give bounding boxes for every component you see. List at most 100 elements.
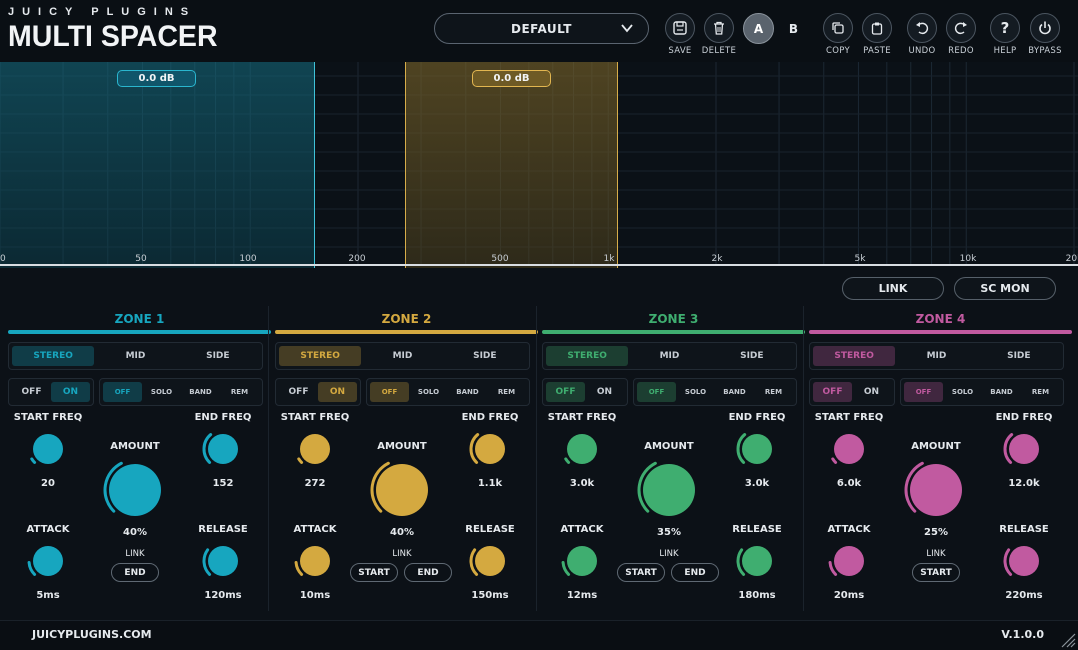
redo-button[interactable]: REDO	[945, 13, 977, 56]
zone-2-amount-knob[interactable]	[370, 458, 434, 522]
zone-3-attack-knob[interactable]	[561, 540, 603, 582]
zone-1-power-toggle: OFF ON	[8, 378, 94, 406]
zone-2-power-off[interactable]: OFF	[279, 382, 318, 402]
zone-3-link-start-button[interactable]: START	[617, 563, 665, 582]
help-button[interactable]: ? HELP	[989, 13, 1021, 56]
zone-1-band[interactable]	[0, 62, 315, 268]
website-link[interactable]: JUICYPLUGINS.COM	[32, 628, 152, 641]
zone-2-attack-knob[interactable]	[294, 540, 336, 582]
zone-1-listen-off[interactable]: OFF	[103, 382, 142, 402]
zone-2-start-freq-knob[interactable]	[294, 428, 336, 470]
zone-3-link-end-button[interactable]: END	[671, 563, 719, 582]
zone-4-start-freq-dial	[831, 434, 864, 464]
zone-2-panel: ZONE 2 STEREO MID SIDE OFF ON OFF SOLO BAND REM ST…	[275, 306, 538, 611]
zone-4-end-freq-label: END FREQ	[995, 412, 1053, 423]
zone-3-mode-mid[interactable]: MID	[628, 346, 710, 366]
zone-3-mode-side[interactable]: SIDE	[711, 346, 793, 366]
zone-1-end-freq-knob[interactable]	[202, 428, 244, 470]
save-button[interactable]: SAVE	[664, 13, 696, 56]
zone-2-listen-off[interactable]: OFF	[370, 382, 409, 402]
zone-4-mode-mid[interactable]: MID	[895, 346, 977, 366]
zone-2-listen-rem[interactable]: REM	[487, 382, 526, 402]
zone-3-end-freq-knob[interactable]	[736, 428, 778, 470]
zone-1-mode-stereo[interactable]: STEREO	[12, 346, 95, 366]
zone-1-power-off[interactable]: OFF	[12, 382, 51, 402]
zone-1-end-freq-label: END FREQ	[194, 412, 252, 423]
zone-3-panel: ZONE 3 STEREO MID SIDE OFF ON OFF SOLO BAND REM ST…	[542, 306, 805, 611]
zone-1-listen-rem[interactable]: REM	[220, 382, 259, 402]
zone-4-end-freq-knob[interactable]	[1003, 428, 1045, 470]
zone-2-mode-stereo[interactable]: STEREO	[279, 346, 362, 366]
zone-1-release-value: 120ms	[204, 590, 242, 601]
zone-2-power-on[interactable]: ON	[318, 382, 357, 402]
bypass-button[interactable]: BYPASS	[1028, 13, 1061, 56]
sc-mon-button[interactable]: SC MON	[954, 277, 1056, 300]
chevron-down-icon	[621, 24, 633, 33]
undo-button[interactable]: UNDO	[906, 13, 938, 56]
zone-1-start-freq-knob[interactable]	[27, 428, 69, 470]
zone-2-end-freq-knob[interactable]	[469, 428, 511, 470]
zone-3-listen-off[interactable]: OFF	[637, 382, 676, 402]
zone-4-attack-knob[interactable]	[828, 540, 870, 582]
zone-1-link-end-button[interactable]: END	[111, 563, 159, 582]
zone-2-link-start-button[interactable]: START	[350, 563, 398, 582]
zone-3-listen-solo[interactable]: SOLO	[676, 382, 715, 402]
zone-1-listen-solo[interactable]: SOLO	[142, 382, 181, 402]
zone-4-listen-solo[interactable]: SOLO	[943, 382, 982, 402]
resize-grip-icon[interactable]	[1058, 630, 1076, 648]
zone-1-amount-knob[interactable]	[103, 458, 167, 522]
zone-4-listen-rem[interactable]: REM	[1021, 382, 1060, 402]
delete-label: DELETE	[701, 46, 737, 56]
frequency-axis	[0, 264, 1078, 266]
zone-3-release-knob[interactable]	[736, 540, 778, 582]
zone-3-amount-knob[interactable]	[637, 458, 701, 522]
zone-1-attack-knob[interactable]	[27, 540, 69, 582]
zone-3-start-freq-value: 3.0k	[569, 478, 595, 489]
frequency-graph[interactable]: 0.0 dB 0.0 dB 20 50 100 200 500 1k 2k 5k 10k 20k	[0, 62, 1078, 270]
delete-button[interactable]: DELETE	[702, 13, 736, 56]
zone-2-mode-mid[interactable]: MID	[361, 346, 443, 366]
zone-1-power-on[interactable]: ON	[51, 382, 90, 402]
zone-divider-3	[803, 306, 804, 611]
zone-1-listen-band[interactable]: BAND	[181, 382, 220, 402]
zone-4-release-knob[interactable]	[1003, 540, 1045, 582]
zone-2-mode-side[interactable]: SIDE	[444, 346, 526, 366]
zone-3-mode-stereo[interactable]: STEREO	[546, 346, 629, 366]
frequency-tick-label: 50	[135, 254, 147, 264]
zone-3-end-freq-dial	[736, 433, 772, 464]
zone-3-start-freq-knob[interactable]	[561, 428, 603, 470]
zone-4-mode-stereo[interactable]: STEREO	[813, 346, 896, 366]
zone-2-link-end-button[interactable]: END	[404, 563, 452, 582]
zone-3-power-off[interactable]: OFF	[546, 382, 585, 402]
zone-4-listen-band[interactable]: BAND	[982, 382, 1021, 402]
zone-3-power-on[interactable]: ON	[585, 382, 624, 402]
zone-4-power-off[interactable]: OFF	[813, 382, 852, 402]
preset-b-button[interactable]: B	[778, 13, 809, 44]
zone-1-mode-mid[interactable]: MID	[94, 346, 176, 366]
paste-button[interactable]: PASTE	[861, 13, 893, 56]
zone-2-listen-band[interactable]: BAND	[448, 382, 487, 402]
zone-4-start-freq-knob[interactable]	[828, 428, 870, 470]
zone-1-start-freq-dial	[30, 434, 63, 464]
zone-1-gain-tag[interactable]: 0.0 dB	[117, 70, 196, 87]
zone-4-mode-side[interactable]: SIDE	[978, 346, 1060, 366]
preset-selector[interactable]: DEFAULT	[434, 13, 649, 44]
zone-1-mode-side[interactable]: SIDE	[177, 346, 259, 366]
zone-divider-2	[536, 306, 537, 611]
preset-a-button[interactable]: A	[743, 13, 774, 44]
zone-4-link-start-button[interactable]: START	[912, 563, 960, 582]
zone-4-amount-knob[interactable]	[904, 458, 968, 522]
zone-2-release-dial	[469, 546, 505, 576]
zone-4-power-on[interactable]: ON	[852, 382, 891, 402]
zone-2-end-freq-dial	[469, 433, 505, 464]
link-button[interactable]: LINK	[842, 277, 944, 300]
zone-4-listen-off[interactable]: OFF	[904, 382, 943, 402]
zone-3-listen-rem[interactable]: REM	[754, 382, 793, 402]
zone-3-listen-band[interactable]: BAND	[715, 382, 754, 402]
zone-2-gain-tag[interactable]: 0.0 dB	[472, 70, 551, 87]
zone-2-band[interactable]	[405, 62, 618, 268]
zone-2-release-knob[interactable]	[469, 540, 511, 582]
zone-1-release-knob[interactable]	[202, 540, 244, 582]
copy-button[interactable]: COPY	[822, 13, 854, 56]
zone-2-listen-solo[interactable]: SOLO	[409, 382, 448, 402]
